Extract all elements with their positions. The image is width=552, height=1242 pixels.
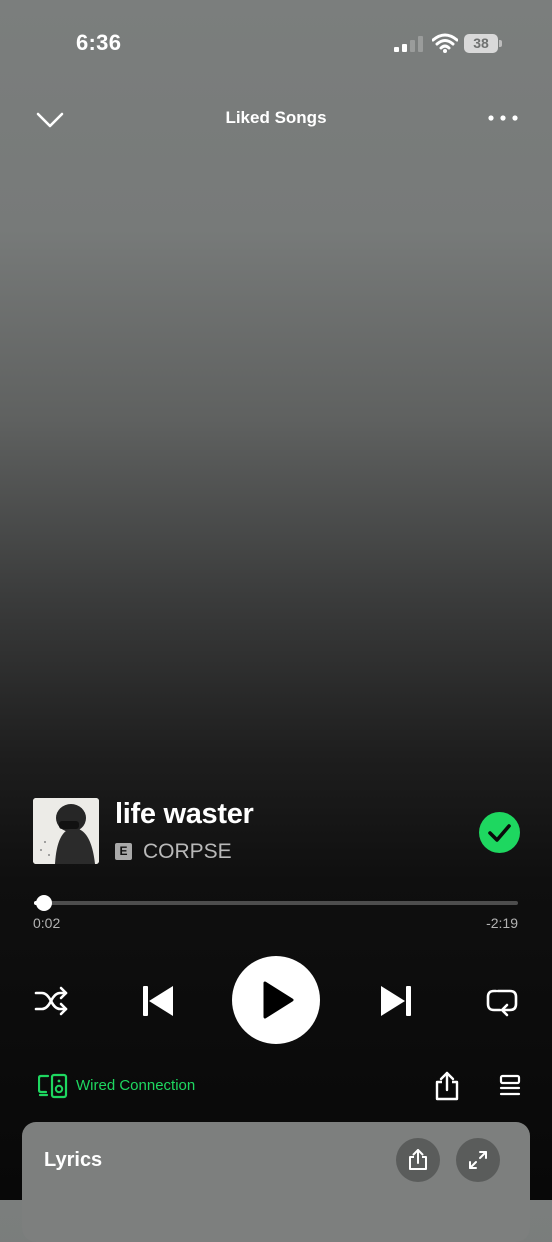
explicit-badge: E xyxy=(115,843,132,860)
repeat-icon[interactable] xyxy=(484,985,520,1017)
progress-handle[interactable] xyxy=(35,895,52,911)
device-label[interactable]: Wired Connection xyxy=(76,1077,195,1094)
lyrics-share-button[interactable] xyxy=(396,1138,440,1182)
elapsed-time: 0:02 xyxy=(33,915,61,931)
next-icon[interactable] xyxy=(378,983,414,1019)
lyrics-expand-button[interactable] xyxy=(456,1138,500,1182)
battery-icon: 38 xyxy=(464,34,502,53)
share-icon[interactable] xyxy=(434,1071,460,1101)
shuffle-icon[interactable] xyxy=(34,985,68,1017)
liked-check-button[interactable] xyxy=(479,812,520,853)
lyrics-title: Lyrics xyxy=(44,1149,103,1171)
more-icon[interactable] xyxy=(486,112,520,124)
context-title: Liked Songs xyxy=(225,108,327,127)
artist-name[interactable]: CORPSE xyxy=(143,840,232,864)
track-title[interactable]: life waster xyxy=(115,798,254,831)
play-icon xyxy=(263,981,294,1019)
status-time: 6:36 xyxy=(76,30,122,55)
battery-level: 38 xyxy=(473,35,489,51)
share-icon xyxy=(409,1149,427,1170)
previous-icon[interactable] xyxy=(140,983,176,1019)
signal-icon xyxy=(394,36,423,52)
remaining-time: -2:19 xyxy=(486,915,518,931)
play-button[interactable] xyxy=(232,956,320,1044)
lyrics-card[interactable] xyxy=(22,1122,530,1242)
wifi-icon xyxy=(432,33,458,53)
progress-track[interactable] xyxy=(34,901,518,905)
queue-icon[interactable] xyxy=(498,1074,522,1098)
album-art[interactable] xyxy=(33,798,99,864)
expand-icon xyxy=(469,1151,487,1169)
speaker-device-icon[interactable] xyxy=(38,1073,68,1099)
check-icon xyxy=(488,824,511,842)
